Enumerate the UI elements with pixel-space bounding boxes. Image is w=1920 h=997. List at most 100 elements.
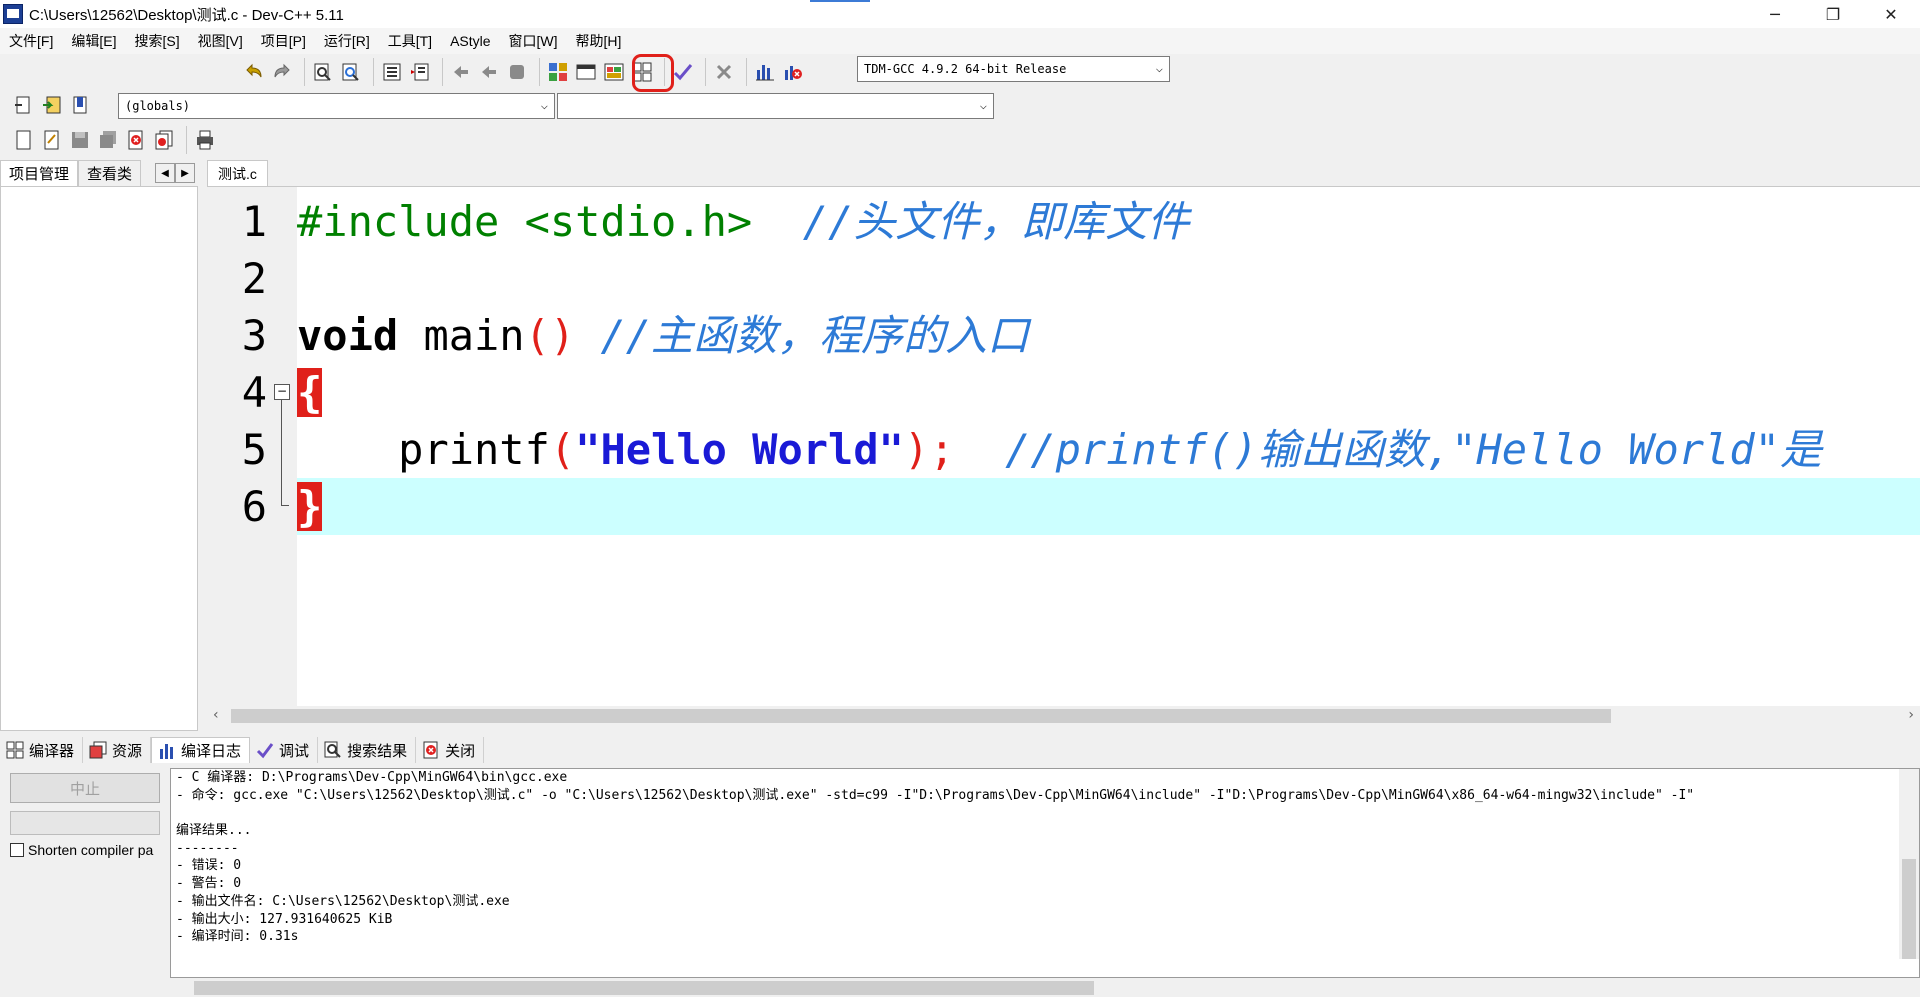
- close-all-icon[interactable]: [151, 127, 177, 153]
- menu-help[interactable]: 帮助[H]: [567, 31, 631, 51]
- indent-group: [373, 58, 438, 86]
- log-line: - 输出文件名: C:\Users\12562\Desktop\测试.exe: [176, 893, 510, 909]
- scroll-right-icon[interactable]: ›: [1908, 707, 1914, 723]
- abort-button[interactable]: 中止: [10, 773, 160, 803]
- close-paren-semicolon: );: [903, 425, 955, 474]
- redo-icon[interactable]: [269, 59, 295, 85]
- find-group: [304, 58, 369, 86]
- code-comment: //头文件，即库文件: [802, 197, 1190, 246]
- menu-window[interactable]: 窗口[W]: [500, 31, 567, 51]
- bookmark-icon[interactable]: [504, 59, 530, 85]
- close-button[interactable]: ✕: [1862, 0, 1920, 28]
- menu-run[interactable]: 运行[R]: [315, 31, 379, 51]
- scrollbar-thumb[interactable]: [1902, 859, 1916, 959]
- find-icon[interactable]: [310, 59, 336, 85]
- dev-cpp-window: C:\Users\12562\Desktop\测试.c - Dev-C++ 5.…: [0, 0, 1920, 997]
- tab-label: 编译器: [29, 742, 75, 760]
- line-number: 1: [241, 197, 267, 246]
- tab-compiler[interactable]: 编译器: [0, 737, 84, 763]
- insert-icon[interactable]: [11, 92, 37, 118]
- tab-class-browser[interactable]: 查看类: [78, 160, 142, 186]
- indent-icon[interactable]: [379, 59, 405, 85]
- menu-search[interactable]: 搜索[S]: [125, 31, 188, 51]
- profile-icon[interactable]: [752, 59, 778, 85]
- compiler-icon: [6, 741, 24, 759]
- scrollbar-thumb[interactable]: [194, 981, 1094, 995]
- member-select[interactable]: ⌵: [557, 93, 994, 119]
- tab-label: 搜索结果: [347, 742, 408, 760]
- class-nav-group: [6, 91, 98, 119]
- preprocessor-directive: #include <stdio.h>: [297, 197, 753, 246]
- shorten-compiler-paths-option[interactable]: Shorten compiler pa: [10, 842, 165, 858]
- compile-icon[interactable]: [545, 59, 571, 85]
- close-panel-icon: [423, 741, 438, 759]
- shorten-checkbox[interactable]: [10, 843, 24, 857]
- back-icon[interactable]: [448, 59, 474, 85]
- fold-toggle-icon[interactable]: −: [274, 384, 290, 400]
- editor-horizontal-scrollbar[interactable]: ‹ ›: [207, 706, 1920, 726]
- project-panel: [0, 186, 198, 731]
- code-editor[interactable]: 1 2 3 4 5 6 − #include <stdio.h> //头文件，即…: [207, 186, 1920, 707]
- line-number: 5: [241, 425, 267, 474]
- print-icon[interactable]: [192, 127, 218, 153]
- code-line-5: printf("Hello World"); //printf()输出函数,"H…: [297, 421, 1822, 478]
- menu-project[interactable]: 项目[P]: [252, 31, 315, 51]
- open-paren: (: [549, 425, 576, 474]
- goto-icon[interactable]: [39, 92, 65, 118]
- class-toolbar: [6, 88, 98, 122]
- log-line: - 警告: 0: [176, 876, 242, 892]
- save-icon[interactable]: [67, 127, 93, 153]
- tab-close[interactable]: 关闭: [416, 737, 485, 763]
- scroll-right-icon[interactable]: ▶: [175, 163, 195, 183]
- scope-select[interactable]: (globals) ⌵: [118, 93, 555, 119]
- menu-view[interactable]: 视图[V]: [189, 31, 252, 51]
- file-tab[interactable]: 测试.c: [207, 160, 268, 186]
- menu-file[interactable]: 文件[F]: [0, 31, 62, 51]
- scrollbar-thumb[interactable]: [231, 709, 1611, 723]
- log-line: - 命令: gcc.exe "C:\Users\12562\Desktop\测试…: [176, 787, 1695, 803]
- forward-icon[interactable]: [476, 59, 502, 85]
- undo-icon[interactable]: [241, 59, 267, 85]
- tab-debug[interactable]: 调试: [250, 737, 319, 763]
- chevron-down-icon: ⌵: [540, 98, 548, 112]
- compiler-select[interactable]: TDM-GCC 4.9.2 64-bit Release ⌵: [857, 56, 1170, 82]
- file-group: [6, 126, 182, 154]
- current-line-highlight: [297, 478, 1920, 535]
- bookmark-toggle-icon[interactable]: [67, 92, 93, 118]
- tab-label: 编译日志: [181, 743, 242, 760]
- fold-end: [281, 505, 289, 506]
- log-line: --------: [176, 840, 239, 856]
- maximize-button[interactable]: ❐: [1804, 0, 1862, 28]
- line-number: 4: [241, 368, 267, 417]
- run-icon[interactable]: [573, 59, 599, 85]
- new-file-icon[interactable]: [11, 127, 37, 153]
- save-all-icon[interactable]: [95, 127, 121, 153]
- compile-log-output[interactable]: - C 编译器: D:\Programs\Dev-Cpp\MinGW64\bin…: [170, 768, 1920, 978]
- minimize-button[interactable]: ─: [1746, 0, 1804, 28]
- string-literal: "Hello World": [575, 425, 904, 474]
- search-icon: [324, 741, 341, 758]
- replace-icon[interactable]: [338, 59, 364, 85]
- delete-profile-icon[interactable]: [780, 59, 806, 85]
- menu-tools[interactable]: 工具[T]: [379, 31, 441, 51]
- tab-project-manager[interactable]: 项目管理: [0, 160, 79, 186]
- scroll-left-icon[interactable]: ‹: [213, 707, 219, 723]
- debug-check-icon: [256, 743, 274, 759]
- compile-log-icon: [160, 743, 174, 759]
- log-horizontal-scrollbar[interactable]: [170, 978, 1920, 997]
- open-file-icon[interactable]: [39, 127, 65, 153]
- tab-compile-log[interactable]: 编译日志: [151, 737, 251, 763]
- compiler-controls: 中止 Shorten compiler pa: [0, 763, 170, 997]
- menu-astyle[interactable]: AStyle: [441, 33, 499, 49]
- keyword: void: [297, 311, 399, 360]
- log-vertical-scrollbar[interactable]: [1899, 769, 1919, 959]
- tab-search-results[interactable]: 搜索结果: [318, 737, 417, 763]
- tab-resources[interactable]: 资源: [83, 737, 152, 763]
- menu-edit[interactable]: 编辑[E]: [62, 31, 125, 51]
- stop-execution-icon[interactable]: [711, 59, 737, 85]
- compile-run-icon[interactable]: [601, 59, 627, 85]
- unindent-icon[interactable]: [407, 59, 433, 85]
- scroll-left-icon[interactable]: ◀: [155, 163, 175, 183]
- close-file-icon[interactable]: [123, 127, 149, 153]
